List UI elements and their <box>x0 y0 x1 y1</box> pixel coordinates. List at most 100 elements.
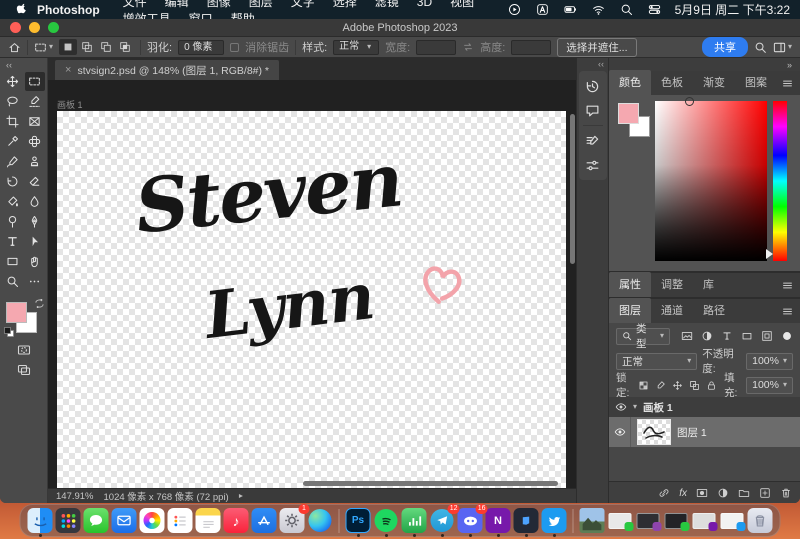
dock-window-thumb-4[interactable] <box>692 508 717 533</box>
dock-window-thumb-5[interactable] <box>720 508 745 533</box>
workspace-switcher-icon[interactable]: ▾ <box>773 41 792 54</box>
layers-tab-图层[interactable]: 图层 <box>609 298 651 323</box>
active-app-name[interactable]: Photoshop <box>37 3 100 17</box>
color-tab-渐变[interactable]: 渐变 <box>693 70 735 95</box>
link-icon[interactable] <box>658 487 670 499</box>
color-tab-颜色[interactable]: 颜色 <box>609 70 651 95</box>
color-tab-色板[interactable]: 色板 <box>651 70 693 95</box>
new-layer-icon[interactable] <box>759 487 771 499</box>
dock-window-thumb-2[interactable] <box>636 508 661 533</box>
layers-panel-menu-icon[interactable] <box>782 306 793 317</box>
properties-panel-menu-icon[interactable] <box>782 280 793 291</box>
crop-tool[interactable] <box>3 112 23 131</box>
dock-window-thumb-1[interactable] <box>608 508 633 533</box>
marquee-tool[interactable] <box>25 72 45 91</box>
dock-photoshop[interactable]: Ps <box>346 508 371 533</box>
hue-slider-arrow[interactable] <box>766 249 778 259</box>
gradient-tool[interactable] <box>3 192 23 211</box>
opacity-select[interactable]: 100%▾ <box>746 353 793 370</box>
fill-select[interactable]: 100%▾ <box>746 377 793 394</box>
marquee-tool-preset[interactable]: ▾ <box>34 41 53 54</box>
dock-reminders[interactable] <box>168 508 193 533</box>
adjustment-layer-filter-icon[interactable] <box>701 330 713 342</box>
foreground-color-swatch[interactable] <box>6 302 27 323</box>
add-selection-icon[interactable] <box>78 39 96 55</box>
dock-notion-dark[interactable] <box>514 508 539 533</box>
tool-presets-panel-icon[interactable] <box>581 153 605 177</box>
battery-icon[interactable] <box>560 3 581 16</box>
hand-tool[interactable] <box>25 252 45 271</box>
lock-transparent-icon[interactable] <box>638 380 649 391</box>
dock-notes[interactable] <box>196 508 221 533</box>
now-playing-icon[interactable] <box>504 3 525 16</box>
document-tab[interactable]: × stvsign2.psd @ 148% (图层 1, RGB/8#) * <box>55 60 279 80</box>
visibility-eye-icon[interactable] <box>609 417 631 447</box>
color-panel-menu-icon[interactable] <box>782 78 793 89</box>
dock-music[interactable]: ♪ <box>224 508 249 533</box>
search-icon[interactable] <box>754 41 767 54</box>
layer-row-画板 1[interactable]: ▾ 画板 1 <box>609 397 800 417</box>
type-layer-filter-icon[interactable] <box>721 330 733 342</box>
canvas-pasteboard[interactable]: 画板 1 Steven Lynn 147.91% <box>48 80 576 503</box>
brush-tool[interactable] <box>3 152 23 171</box>
menu-文件[interactable]: 文件 <box>114 0 156 9</box>
antialias-checkbox[interactable] <box>230 43 239 52</box>
properties-tab-库[interactable]: 库 <box>693 272 724 297</box>
fx-icon[interactable]: fx <box>679 487 687 499</box>
object-selection-tool[interactable] <box>25 92 45 111</box>
artboard-label[interactable]: 画板 1 <box>57 98 83 111</box>
menu-图层[interactable]: 图层 <box>240 0 282 9</box>
dock-edge[interactable] <box>308 508 333 533</box>
close-tab-icon[interactable]: × <box>65 64 71 76</box>
zoom-level[interactable]: 147.91% <box>56 491 94 502</box>
zoom-tool[interactable] <box>3 272 23 291</box>
pixel-layer-filter-icon[interactable] <box>681 330 693 342</box>
quick-mask-icon[interactable] <box>17 343 31 357</box>
menu-3D[interactable]: 3D <box>408 0 441 9</box>
stamp-tool[interactable] <box>25 152 45 171</box>
history-panel-icon[interactable] <box>581 74 605 98</box>
status-chevron-icon[interactable]: ▾ <box>237 494 245 498</box>
mask-icon[interactable] <box>696 487 708 499</box>
hue-slider[interactable] <box>773 101 787 261</box>
dodge-tool[interactable] <box>3 212 23 231</box>
shape-tool[interactable] <box>3 252 23 271</box>
window-titlebar[interactable]: Adobe Photoshop 2023 <box>0 19 800 37</box>
blur-tool[interactable] <box>25 192 45 211</box>
spotlight-icon[interactable] <box>616 3 637 16</box>
lock-artboard-icon[interactable] <box>689 380 700 391</box>
folder-icon[interactable] <box>738 487 750 499</box>
panel-foreground-swatch[interactable] <box>618 103 639 124</box>
dock-messages[interactable] <box>84 508 109 533</box>
menu-视图[interactable]: 视图 <box>441 0 483 9</box>
move-tool[interactable] <box>3 72 23 91</box>
menu-选择[interactable]: 选择 <box>324 0 366 9</box>
home-icon[interactable] <box>8 41 21 54</box>
dock-telegram[interactable]: 12 <box>430 508 455 533</box>
dock-settings[interactable]: 1 <box>280 508 305 533</box>
lock-move-icon[interactable] <box>672 380 683 391</box>
height-input[interactable] <box>511 40 551 55</box>
lock-all-icon[interactable] <box>706 380 717 391</box>
swap-colors-icon[interactable] <box>35 299 44 308</box>
menu-文字[interactable]: 文字 <box>282 0 324 9</box>
share-button[interactable]: 共享 <box>702 37 748 57</box>
vertical-scrollbar[interactable] <box>570 114 575 264</box>
dock-spotify[interactable] <box>374 508 399 533</box>
visibility-eye-icon[interactable] <box>615 401 627 413</box>
layer-thumbnail[interactable] <box>638 420 670 444</box>
subtract-selection-icon[interactable] <box>97 39 115 55</box>
adjustment-icon[interactable] <box>717 487 729 499</box>
swap-width-height-icon[interactable] <box>462 41 474 53</box>
canvas[interactable]: Steven Lynn <box>57 111 566 488</box>
dock-trash[interactable] <box>748 508 773 533</box>
more-tool[interactable] <box>25 272 45 291</box>
lasso-tool[interactable] <box>3 92 23 111</box>
layers-tab-通道[interactable]: 通道 <box>651 298 693 323</box>
layer-row-图层 1[interactable]: 图层 1 <box>609 417 800 447</box>
control-center-icon[interactable] <box>644 3 665 16</box>
trash-icon[interactable] <box>780 487 792 499</box>
expand-chevron-icon[interactable]: ▾ <box>633 403 637 411</box>
pen-tool[interactable] <box>25 212 45 231</box>
panels-collapse-icon[interactable]: » <box>787 60 792 70</box>
